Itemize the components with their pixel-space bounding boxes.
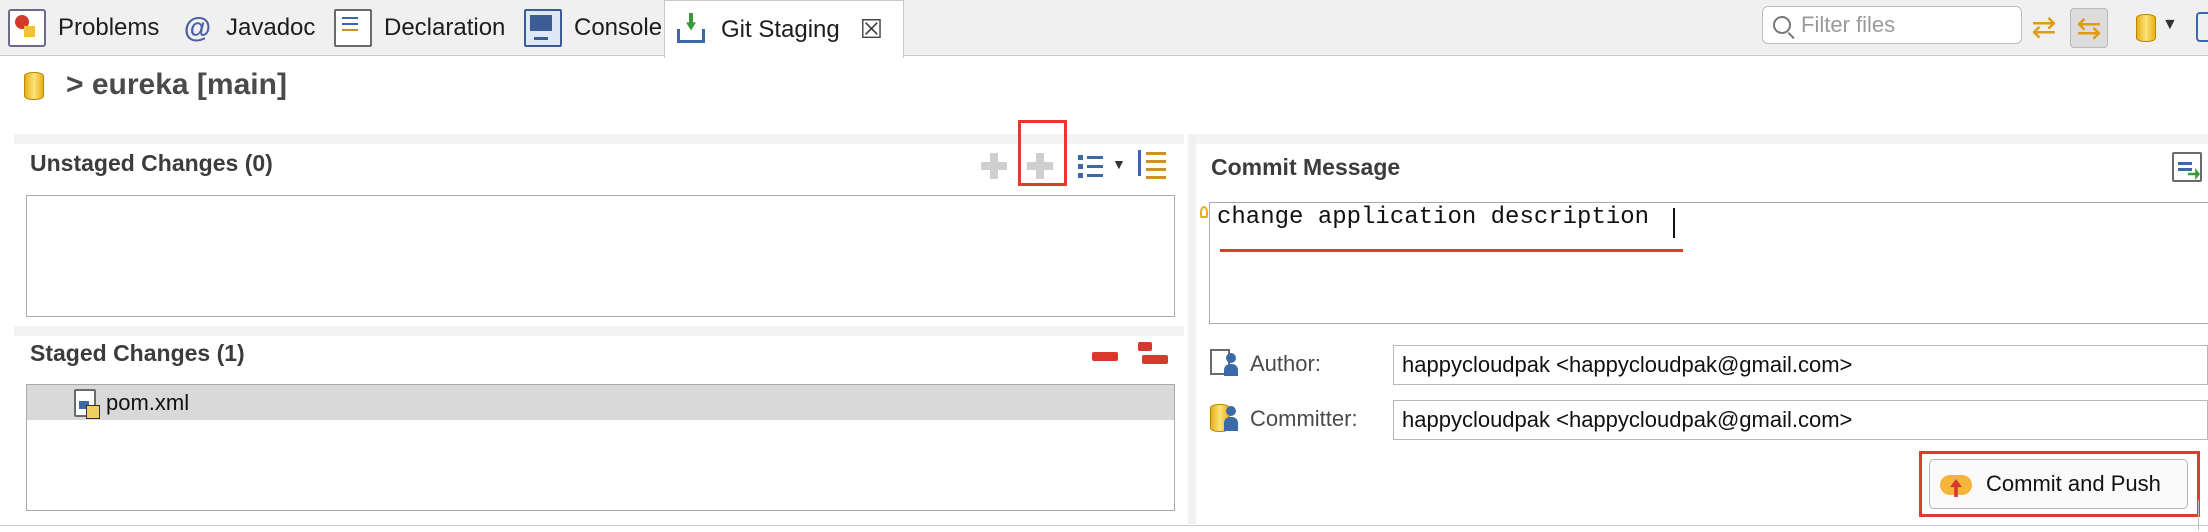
commit-message-title: Commit Message	[1211, 154, 1401, 180]
file-name: pom.xml	[106, 390, 190, 415]
commit-and-push-button[interactable]: Commit and Push	[1929, 459, 2188, 509]
author-label: Author:	[1250, 351, 1321, 376]
close-icon[interactable]: ☒	[860, 14, 883, 45]
tab-javadoc[interactable]: @ Javadoc	[180, 0, 315, 56]
unstaged-changes-title: Unstaged Changes (0)	[30, 150, 273, 176]
cloud-push-icon	[1940, 469, 1974, 499]
sash[interactable]	[1188, 134, 1196, 524]
section-separator	[14, 134, 1184, 144]
author-icon	[1210, 347, 1240, 377]
view-border	[0, 525, 2208, 526]
section-separator	[1196, 134, 2208, 144]
tab-label: Git Staging	[721, 15, 840, 43]
unstaged-files-list[interactable]	[26, 195, 1175, 317]
tab-label: Console	[574, 14, 663, 41]
tab-console[interactable]: Console	[524, 0, 662, 56]
committer-label: Committer:	[1250, 406, 1358, 431]
view-menu-icon[interactable]	[2196, 12, 2208, 42]
chevron-down-icon[interactable]: ▼	[2162, 16, 2178, 34]
list-item[interactable]	[27, 385, 1174, 420]
tab-git-staging[interactable]: Git Staging ☒	[664, 0, 905, 58]
problems-icon	[8, 9, 46, 47]
link-with-selection-icon[interactable]: ⇆	[2070, 8, 2108, 48]
filter-placeholder: Filter files	[1801, 12, 1896, 37]
commit-message-text: change application description	[1217, 204, 1650, 231]
text-caret	[1673, 208, 1675, 238]
message-underline	[1220, 249, 1683, 252]
remove-selected-icon[interactable]	[1092, 352, 1118, 361]
tab-label: Declaration	[384, 14, 506, 41]
repository-selector[interactable]	[2136, 12, 2160, 42]
declaration-icon	[334, 9, 372, 47]
xml-file-icon	[74, 389, 100, 419]
tab-label: Problems	[58, 14, 160, 41]
tab-problems[interactable]: Problems	[8, 0, 159, 56]
filter-files-input[interactable]: Filter files	[1762, 6, 2022, 44]
console-icon	[524, 9, 562, 47]
amend-icon[interactable]	[2172, 152, 2202, 182]
author-value: happycloudpak <happycloudpak@gmail.com>	[1402, 352, 1853, 377]
refresh-icon[interactable]: ⇄	[2026, 8, 2062, 46]
repository-icon	[2136, 14, 2156, 42]
content-assist-icon	[1200, 206, 1208, 218]
repository-icon	[24, 72, 44, 100]
add-selected-icon[interactable]	[981, 153, 1007, 179]
sort-icon[interactable]	[1136, 148, 1168, 180]
tab-declaration[interactable]: Declaration	[334, 0, 505, 56]
staged-changes-title: Staged Changes (1)	[30, 340, 245, 366]
committer-field[interactable]: happycloudpak <happycloudpak@gmail.com>	[1393, 400, 2208, 440]
add-all-highlight	[1018, 120, 1067, 186]
committer-icon	[1210, 402, 1240, 432]
search-icon	[1773, 16, 1791, 34]
tab-label: Javadoc	[226, 14, 316, 41]
section-separator	[14, 326, 1184, 336]
committer-value: happycloudpak <happycloudpak@gmail.com>	[1402, 407, 1853, 432]
repository-title: > eureka [main]	[66, 68, 287, 101]
commit-and-push-label: Commit and Push	[1986, 471, 2161, 496]
chevron-down-icon[interactable]: ▼	[1112, 156, 1126, 172]
author-field[interactable]: happycloudpak <happycloudpak@gmail.com>	[1393, 345, 2208, 385]
remove-all-icon[interactable]	[1138, 342, 1168, 366]
presentation-list-icon[interactable]	[1078, 152, 1108, 180]
at-icon: @	[183, 12, 211, 43]
git-staging-icon	[675, 13, 709, 47]
